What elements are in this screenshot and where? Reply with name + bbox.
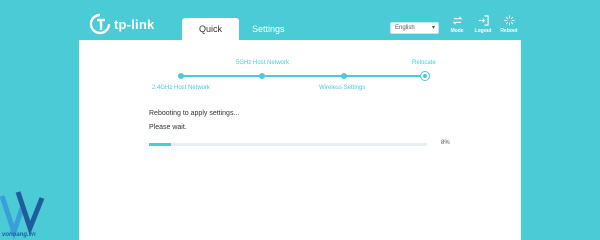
tp-link-logo: tp-link (88, 12, 154, 36)
step-label-wireless: Wireless Settings (319, 85, 366, 91)
step-label-5g: 5GHz Host Network (236, 60, 290, 66)
swap-icon (452, 16, 462, 25)
logo-text: tp-link (114, 16, 155, 32)
main-panel: 2.4GHz Host Network 5GHz Host Network Wi… (79, 40, 521, 240)
mode-button[interactable]: Mode (446, 15, 468, 34)
step-dot-2g (178, 73, 184, 79)
tab-quick-setup[interactable]: Quick Setup (182, 18, 239, 56)
step-label-relocate: Relocate (412, 60, 436, 66)
logout-button[interactable]: Logout (472, 15, 494, 34)
tab-settings[interactable]: Settings (244, 18, 293, 40)
step-dot-relocate (420, 71, 430, 81)
step-label-2g: 2.4GHz Host Network (152, 85, 211, 91)
step-dot-wireless (341, 73, 347, 79)
progress-bar (149, 143, 427, 146)
watermark-text: vohoang.vn (2, 232, 36, 238)
reboot-button[interactable]: Reboot (498, 15, 520, 34)
progress-percent: 8% (441, 140, 450, 146)
setup-progress-steps: 2.4GHz Host Network 5GHz Host Network Wi… (79, 40, 521, 100)
reboot-icon (503, 15, 515, 26)
language-selected: English (395, 25, 415, 31)
step-connector (182, 75, 424, 77)
language-select[interactable]: English ▾ (390, 22, 439, 34)
logout-label: Logout (474, 28, 492, 34)
chevron-down-icon: ▾ (431, 25, 435, 31)
progress-bar-fill (149, 143, 172, 146)
reboot-label: Reboot (500, 28, 518, 34)
logout-icon (478, 15, 489, 26)
tp-link-logo-icon (89, 13, 111, 35)
step-dot-5g (259, 73, 265, 79)
reboot-message: Rebooting to apply settings... (149, 110, 240, 117)
wait-message: Please wait. (149, 124, 187, 131)
mode-label: Mode (450, 28, 464, 34)
